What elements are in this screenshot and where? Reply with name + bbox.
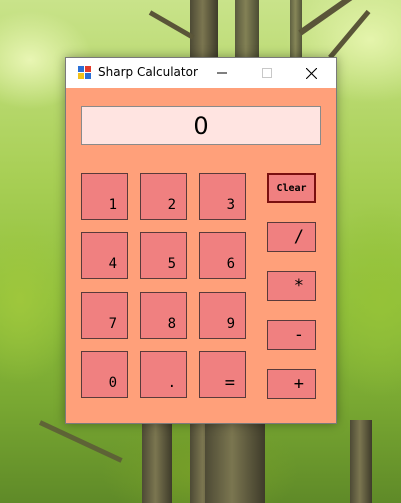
key-6-button[interactable]: 6	[199, 232, 246, 279]
clear-button[interactable]: Clear	[267, 173, 316, 203]
key-1-button[interactable]: 1	[81, 173, 128, 220]
key-7-button[interactable]: 7	[81, 292, 128, 339]
decimal-point-button[interactable]: .	[140, 351, 187, 398]
key-3-button[interactable]: 3	[199, 173, 246, 220]
divide-button[interactable]: /	[267, 222, 316, 252]
title-bar[interactable]: Sharp Calculator	[66, 58, 336, 88]
key-0-button[interactable]: 0	[81, 351, 128, 398]
equals-button[interactable]: =	[199, 351, 246, 398]
window-title: Sharp Calculator	[98, 65, 198, 79]
key-4-button[interactable]: 4	[81, 232, 128, 279]
key-5-button[interactable]: 5	[140, 232, 187, 279]
key-9-button[interactable]: 9	[199, 292, 246, 339]
multiply-button[interactable]: *	[267, 271, 316, 301]
calculator-body: 0 1 2 3 4 5 6 7 8 9 0 . = Clear / * - +	[66, 88, 336, 423]
minimize-icon	[216, 72, 227, 74]
calculator-app-icon	[78, 66, 92, 80]
maximize-icon	[261, 68, 272, 78]
key-8-button[interactable]: 8	[140, 292, 187, 339]
add-button[interactable]: +	[267, 369, 316, 399]
close-icon	[306, 67, 317, 79]
close-button[interactable]	[289, 58, 334, 88]
key-2-button[interactable]: 2	[140, 173, 187, 220]
subtract-button[interactable]: -	[267, 320, 316, 350]
maximize-button	[244, 58, 289, 88]
minimize-button[interactable]	[199, 58, 244, 88]
result-display: 0	[81, 106, 321, 145]
calculator-window: Sharp Calculator 0 1 2 3 4 5 6 7 8 9 0 .…	[65, 57, 337, 424]
